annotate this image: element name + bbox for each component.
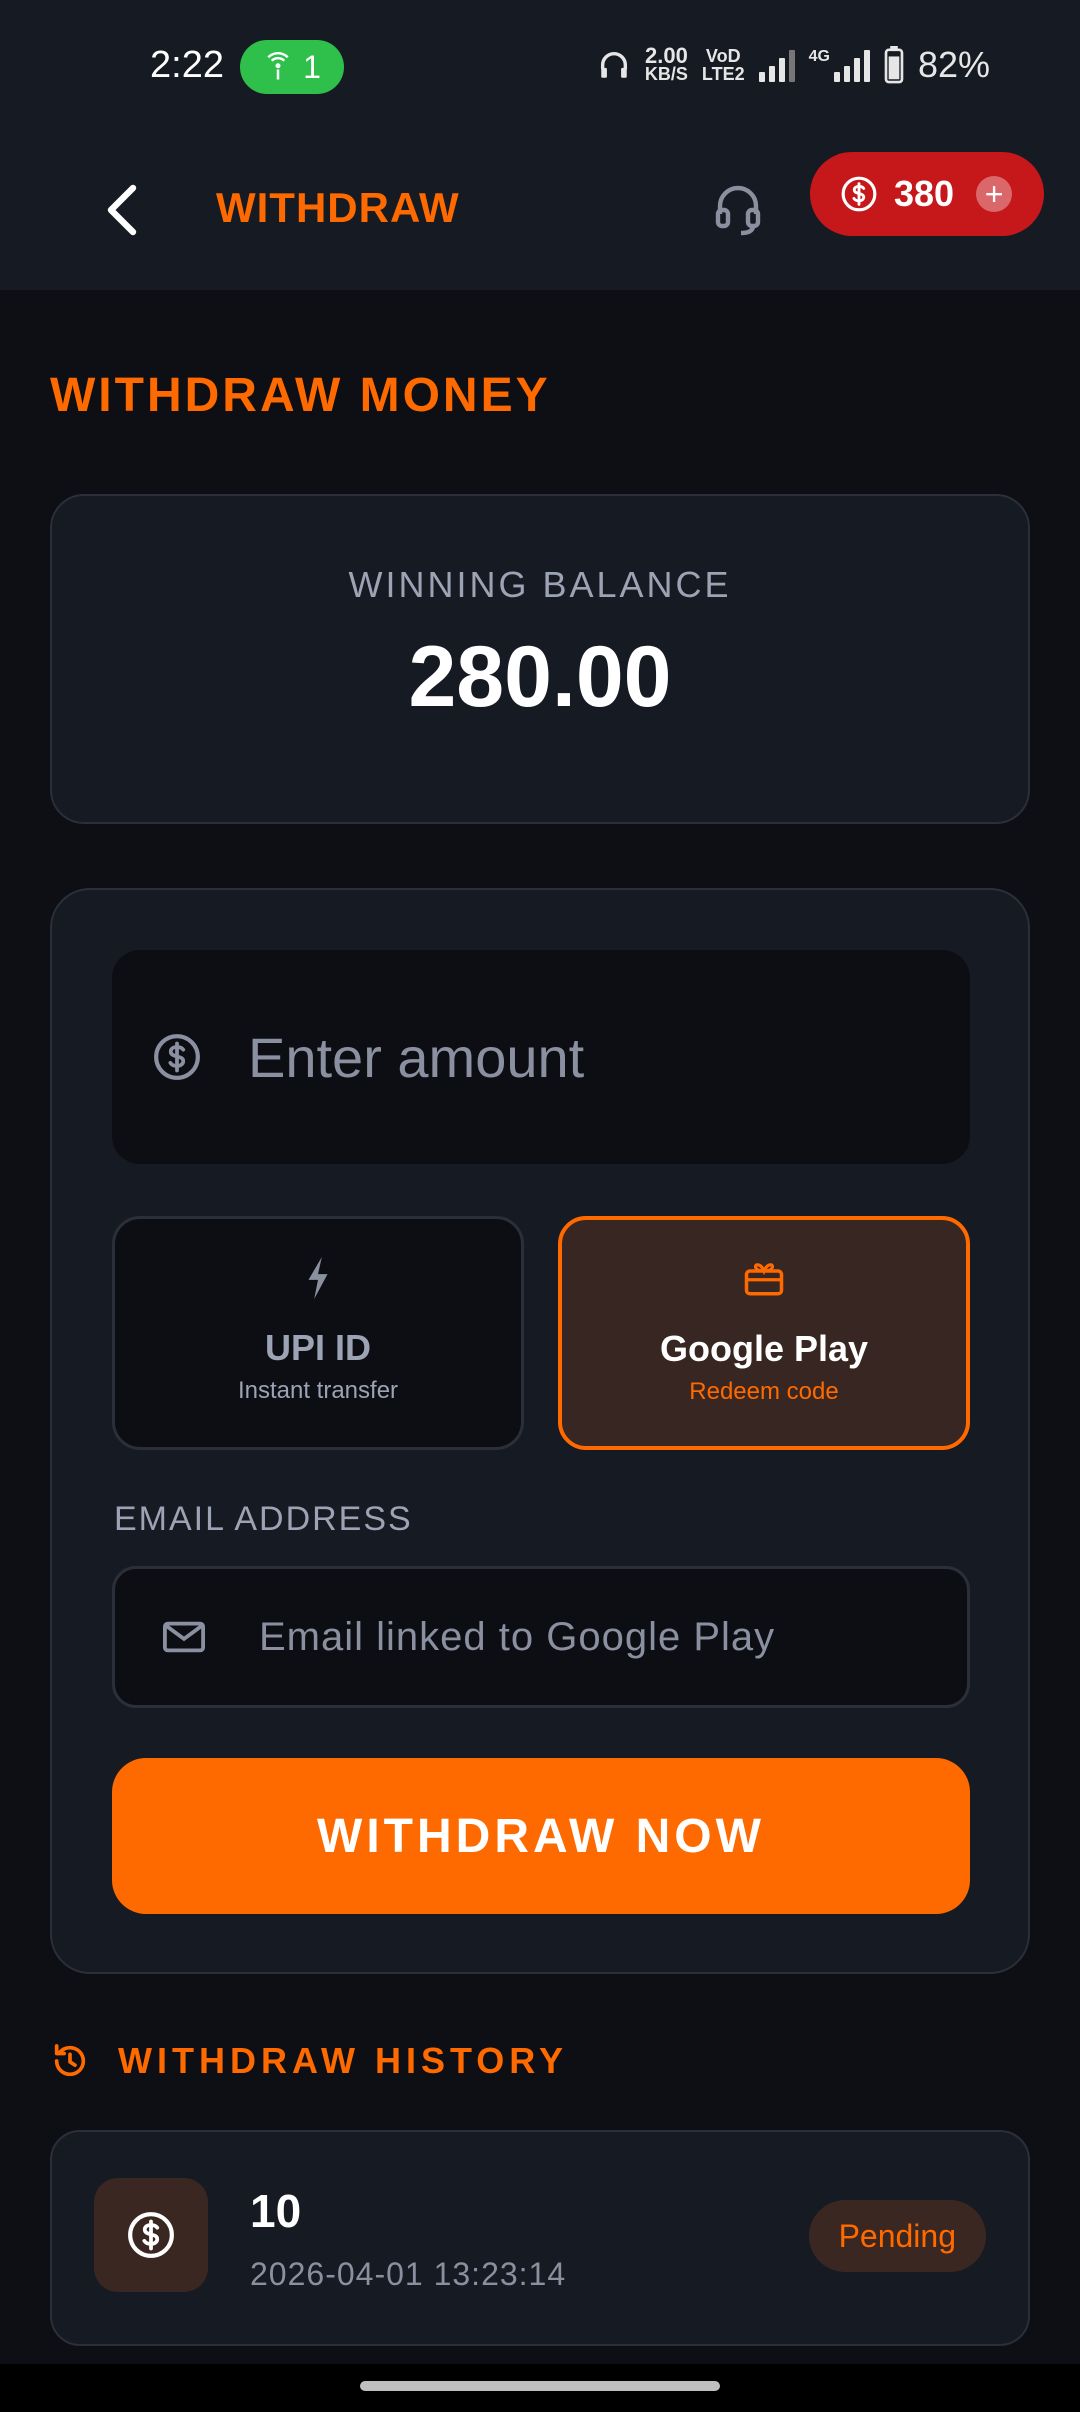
battery-percent: 82% <box>917 44 990 85</box>
history-title: WITHDRAW HISTORY <box>118 2040 568 2081</box>
status-bar: 2:22 1 2.00 KB/S VoD LTE2 4G 82% <box>0 0 1080 140</box>
hotspot-icon <box>267 52 289 80</box>
method-google-play-button[interactable]: Google Play Redeem code <box>558 1216 970 1450</box>
dollar-circle-icon <box>128 2212 174 2258</box>
page-title: WITHDRAW <box>216 184 460 231</box>
signal-2-icon: 4G <box>809 48 870 82</box>
status-badge: Pending <box>808 2200 986 2272</box>
home-indicator[interactable] <box>360 2381 720 2391</box>
method-google-play-title: Google Play <box>659 1328 869 1369</box>
add-coins-icon[interactable]: + <box>976 176 1013 212</box>
history-header: WITHDRAW HISTORY <box>50 2040 568 2082</box>
email-input[interactable] <box>257 1613 967 1661</box>
amount-input[interactable] <box>246 1023 970 1091</box>
headphones-status-icon <box>600 52 627 78</box>
support-button[interactable] <box>706 170 770 250</box>
app-bar: WITHDRAW 380 + <box>0 140 1080 290</box>
history-amount: 10 <box>250 2185 302 2237</box>
net-speed: 2.00 KB/S <box>644 43 688 84</box>
back-button[interactable] <box>92 170 152 250</box>
lightning-icon <box>308 1257 328 1299</box>
balance-label: WINNING BALANCE <box>348 564 732 605</box>
signal-1-icon <box>758 48 795 82</box>
history-coin-icon-box <box>94 2178 208 2292</box>
history-icon <box>54 2044 86 2077</box>
withdraw-now-button[interactable]: WITHDRAW NOW <box>112 1758 970 1914</box>
dollar-circle-icon <box>154 1034 200 1080</box>
coin-icon <box>841 176 877 212</box>
status-time: 2:22 <box>150 44 224 86</box>
hotspot-pill: 1 <box>240 40 344 94</box>
balance-value: 280.00 <box>408 629 672 725</box>
section-title: WITHDRAW MONEY <box>50 369 551 422</box>
method-upi-button[interactable]: UPI ID Instant transfer <box>112 1216 524 1450</box>
coin-balance-pill[interactable]: 380 + <box>810 152 1044 236</box>
email-label: EMAIL ADDRESS <box>114 1500 413 1538</box>
email-field[interactable] <box>112 1566 970 1708</box>
gift-card-icon <box>744 1263 784 1296</box>
hotspot-count: 1 <box>303 48 321 85</box>
chevron-left-icon <box>107 184 137 236</box>
method-upi-subtitle: Instant transfer <box>237 1377 399 1404</box>
withdraw-form-card: UPI ID Instant transfer Google Play Rede… <box>50 888 1030 1974</box>
history-row[interactable]: 10 2026-04-01 13:23:14 Pending <box>50 2130 1030 2346</box>
method-upi-title: UPI ID <box>264 1327 371 1368</box>
headset-icon <box>715 185 761 236</box>
method-google-play-subtitle: Redeem code <box>689 1378 839 1405</box>
winning-balance-card: WINNING BALANCE 280.00 <box>50 494 1030 824</box>
coin-amount: 380 <box>894 173 955 214</box>
mail-icon <box>163 1621 205 1653</box>
amount-field[interactable] <box>112 950 970 1164</box>
volte-indicator: VoD LTE2 <box>701 46 745 84</box>
status-indicators: 2.00 KB/S VoD LTE2 4G 82% <box>597 44 990 86</box>
history-date: 2026-04-01 13:23:14 <box>250 2256 567 2292</box>
battery-icon <box>884 46 904 84</box>
